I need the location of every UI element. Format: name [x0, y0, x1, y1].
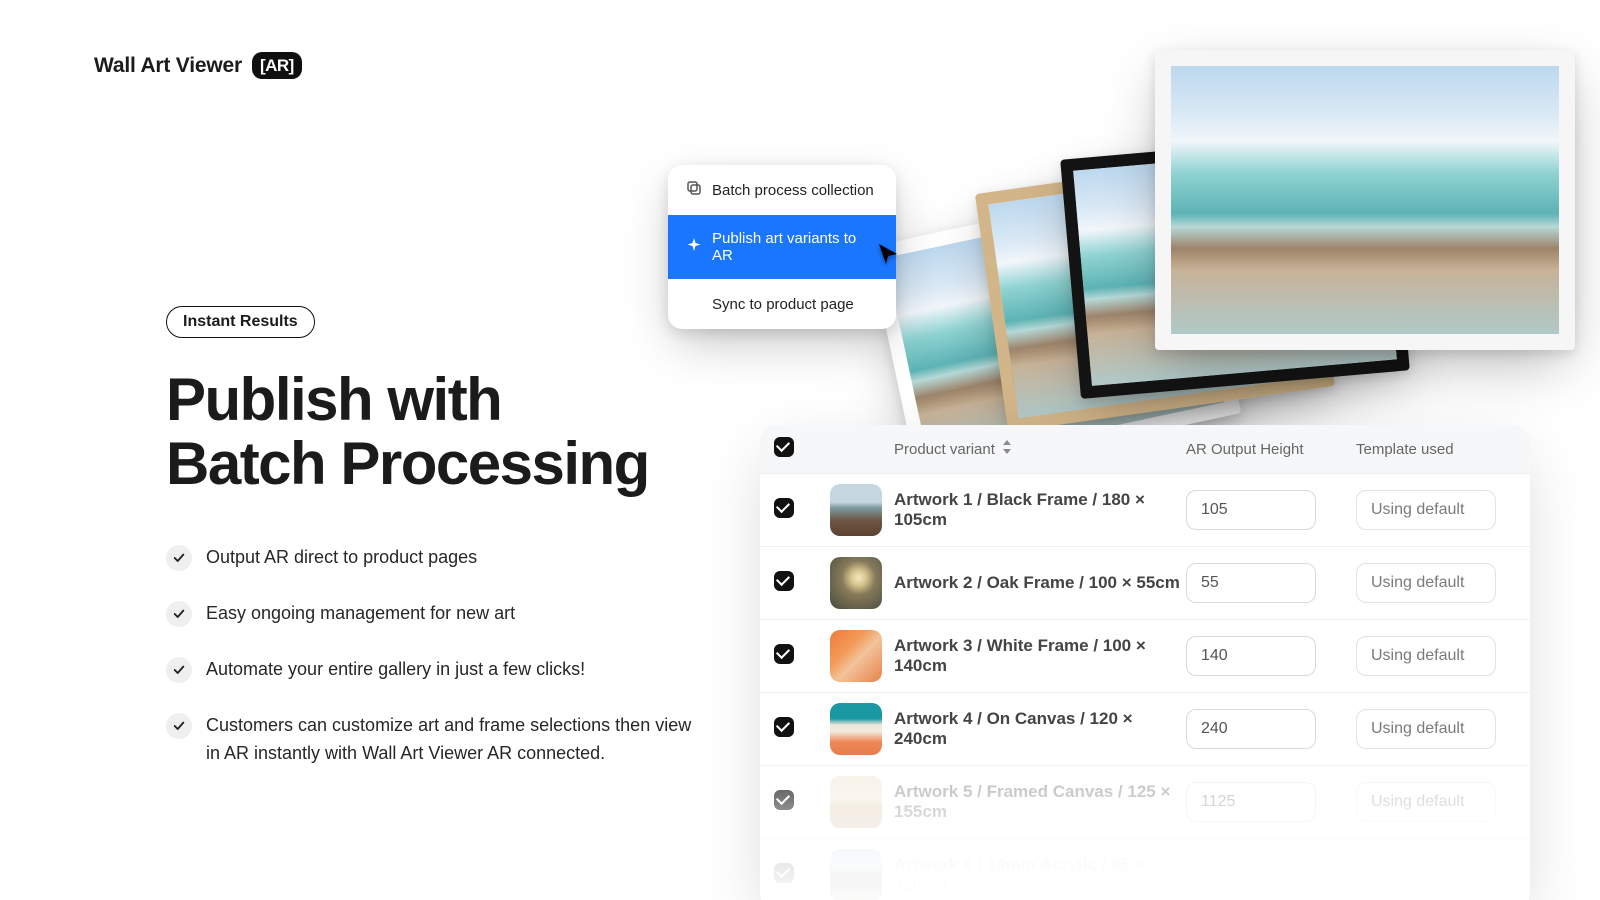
feature-bullet: Easy ongoing management for new art [166, 600, 706, 628]
table-row: Artwork 6 / 10mm Acrylic / 85 × 120cm Usi… [760, 838, 1530, 900]
feature-bullets: Output AR direct to product pages Easy on… [166, 544, 706, 767]
copy-icon [686, 180, 702, 200]
brand-badge: [AR] [252, 52, 302, 79]
row-checkbox[interactable] [774, 498, 794, 518]
cursor-pointer-icon [876, 242, 900, 271]
blank-icon [686, 294, 702, 314]
variant-label: Artwork 5 / Framed Canvas / 125 × 155cm [894, 782, 1186, 822]
feature-bullet: Output AR direct to product pages [166, 544, 706, 572]
menu-item-publish-art-variants-to-ar[interactable]: Publish art variants to AR [668, 215, 896, 279]
row-checkbox[interactable] [774, 863, 794, 883]
product-variant-table: Product variant AR Output Height Templat… [760, 425, 1530, 900]
bullet-text: Output AR direct to product pages [206, 544, 477, 572]
row-checkbox[interactable] [774, 571, 794, 591]
table-row: Artwork 1 / Black Frame / 180 × 105cm Usi… [760, 473, 1530, 546]
ar-height-input[interactable] [1186, 709, 1316, 749]
th-template-used: Template used [1356, 441, 1516, 458]
artwork-thumbnail [830, 776, 882, 828]
template-select[interactable]: Using default [1356, 709, 1496, 749]
bullet-text: Automate your entire gallery in just a f… [206, 656, 585, 684]
menu-item-sync-to-product-page[interactable]: Sync to product page [668, 279, 896, 329]
artwork-thumbnail [830, 703, 882, 755]
ar-height-input[interactable] [1186, 782, 1316, 822]
hero-title: Publish with Batch Processing [166, 368, 706, 496]
hero-title-line2: Batch Processing [166, 430, 649, 497]
table-header: Product variant AR Output Height Templat… [760, 425, 1530, 473]
hero-title-line1: Publish with [166, 366, 501, 433]
select-all-checkbox[interactable] [774, 437, 794, 457]
variant-label: Artwork 4 / On Canvas / 120 × 240cm [894, 709, 1186, 749]
check-icon [166, 545, 192, 571]
ar-height-input[interactable] [1186, 636, 1316, 676]
row-checkbox[interactable] [774, 717, 794, 737]
template-select[interactable]: Using default [1356, 782, 1496, 822]
check-icon [166, 601, 192, 627]
table-row: Artwork 4 / On Canvas / 120 × 240cm Using… [760, 692, 1530, 765]
template-select[interactable]: Using default [1356, 490, 1496, 530]
template-select[interactable]: Using default [1356, 636, 1496, 676]
instant-results-pill: Instant Results [166, 306, 315, 338]
artwork-preview-large-white-frame [1155, 50, 1575, 350]
brand-name: Wall Art Viewer [94, 54, 242, 78]
artwork-thumbnail [830, 849, 882, 900]
menu-item-label: Batch process collection [712, 182, 874, 199]
variant-label: Artwork 2 / Oak Frame / 100 × 55cm [894, 573, 1186, 593]
ar-height-input[interactable] [1186, 563, 1316, 603]
template-select[interactable]: Using default [1356, 563, 1496, 603]
th-product-variant[interactable]: Product variant [894, 441, 995, 458]
artwork-thumbnail [830, 484, 882, 536]
table-row: Artwork 5 / Framed Canvas / 125 × 155cm U… [760, 765, 1530, 838]
ar-height-input[interactable] [1186, 855, 1316, 895]
menu-item-label: Publish art variants to AR [712, 230, 878, 264]
bullet-text: Easy ongoing management for new art [206, 600, 515, 628]
hero-copy: Instant Results Publish with Batch Proce… [166, 306, 706, 768]
feature-bullet: Customers can customize art and frame se… [166, 712, 706, 768]
sparkle-icon [686, 237, 702, 257]
row-checkbox[interactable] [774, 644, 794, 664]
artwork-thumbnail [830, 630, 882, 682]
table-row: Artwork 3 / White Frame / 100 × 140cm Usi… [760, 619, 1530, 692]
check-icon [166, 713, 192, 739]
brand-logo: Wall Art Viewer [AR] [94, 52, 302, 79]
variant-label: Artwork 6 / 10mm Acrylic / 85 × 120cm [894, 855, 1186, 895]
menu-item-batch-process-collection[interactable]: Batch process collection [668, 165, 896, 215]
menu-item-label: Sync to product page [712, 296, 854, 313]
variant-label: Artwork 3 / White Frame / 100 × 140cm [894, 636, 1186, 676]
check-icon [166, 657, 192, 683]
row-checkbox[interactable] [774, 790, 794, 810]
table-row: Artwork 2 / Oak Frame / 100 × 55cm Using … [760, 546, 1530, 619]
feature-bullet: Automate your entire gallery in just a f… [166, 656, 706, 684]
template-select[interactable]: Using default [1356, 855, 1496, 895]
bullet-text: Customers can customize art and frame se… [206, 712, 706, 768]
batch-actions-menu[interactable]: Batch process collection Publish art vari… [668, 165, 896, 329]
artwork-thumbnail [830, 557, 882, 609]
ar-height-input[interactable] [1186, 490, 1316, 530]
variant-label: Artwork 1 / Black Frame / 180 × 105cm [894, 490, 1186, 530]
th-ar-output-height: AR Output Height [1186, 441, 1356, 458]
sort-icon[interactable] [1001, 440, 1013, 458]
